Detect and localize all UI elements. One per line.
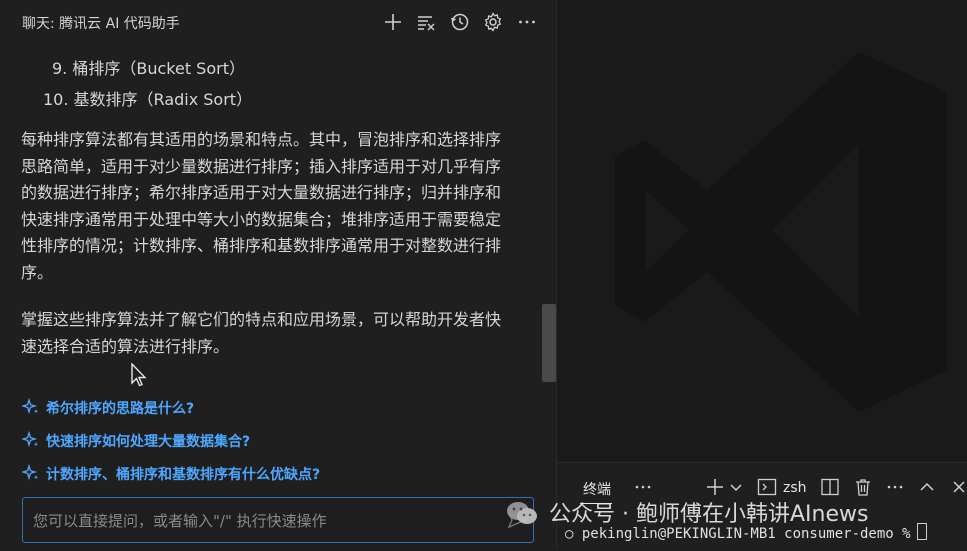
sparkle-icon — [20, 463, 40, 482]
close-icon[interactable] — [951, 479, 967, 495]
clear-icon[interactable] — [414, 10, 438, 34]
more-icon[interactable] — [515, 10, 539, 34]
list-item-number: 9. — [52, 59, 68, 78]
answer-paragraph: 掌握这些排序算法并了解它们的特点和应用场景，可以帮助开发者快 速选择合适的算法进… — [21, 307, 529, 360]
terminal-icon — [757, 477, 777, 497]
sparkle-icon — [20, 430, 40, 449]
watermark-text: 公众号 · 鲍师傅在小韩讲AInews — [549, 502, 869, 527]
paragraph-line: 的数据进行排序；希尔排序适用于对大量数据进行排序；归并排序和 — [21, 183, 502, 202]
paragraph-line: 思路简单，适用于对少量数据进行排序；插入排序适用于对几乎有序 — [21, 156, 502, 176]
paragraph-line: 序。 — [21, 262, 54, 282]
paragraph-line: 掌握这些排序算法并了解它们的特点和应用场景，可以帮助开发者快 — [21, 310, 502, 329]
list-item-number: 10. — [43, 90, 69, 109]
chat-input[interactable] — [31, 498, 505, 544]
suggestion-text: 计数排序、桶排序和基数排序有什么优缺点? — [46, 467, 321, 483]
split-icon[interactable] — [820, 477, 840, 497]
gear-icon[interactable] — [481, 10, 505, 34]
history-icon[interactable] — [448, 10, 472, 34]
shell-label[interactable]: zsh — [783, 480, 807, 496]
sparkle-icon — [20, 397, 40, 416]
paragraph-line: 快速排序通常用于处理中等大小的数据集合；堆排序适用于需要稳定 — [21, 209, 502, 229]
vscode-logo — [597, 40, 967, 420]
answer-paragraph: 每种排序算法都有其适用的场景和特点。其中，冒泡排序和选择排序 思路简单，适用于对… — [21, 127, 529, 286]
list-item-text: 基数排序（Radix Sort） — [73, 90, 253, 109]
more-icon[interactable] — [885, 477, 905, 497]
chat-panel: 聊天: 腾讯云 AI 代码助手 9. 桶排序（Bucket Sort） 10. … — [0, 0, 557, 550]
more-icon[interactable] — [633, 477, 653, 497]
mouse-pointer-icon — [131, 362, 147, 387]
plus-icon[interactable] — [705, 477, 725, 497]
list-item: 9. 桶排序（Bucket Sort） — [52, 55, 245, 79]
suggestion-text: 快速排序如何处理大量数据集合? — [46, 434, 251, 450]
suggestion-text: 希尔排序的思路是什么? — [46, 401, 195, 417]
chat-title: 聊天: 腾讯云 AI 代码助手 — [22, 16, 180, 32]
suggestion-link[interactable]: 希尔排序的思路是什么? — [20, 397, 195, 420]
paragraph-line: 速选择合适的算法进行排序。 — [21, 336, 230, 356]
chat-input-box — [22, 497, 534, 544]
list-item-text: 桶排序（Bucket Sort） — [72, 59, 245, 78]
paragraph-line: 每种排序算法都有其适用的场景和特点。其中，冒泡排序和选择排序 — [21, 130, 502, 149]
list-item: 10. 基数排序（Radix Sort） — [43, 86, 252, 110]
paragraph-line: 性排序的情况；计数排序、桶排序和基数排序通常用于对整数进行排 — [21, 236, 502, 255]
suggestion-link[interactable]: 快速排序如何处理大量数据集合? — [20, 430, 251, 453]
editor-area — [557, 0, 967, 462]
chevron-down-icon[interactable] — [729, 480, 743, 494]
watermark: 公众号 · 鲍师傅在小韩讲AInews — [505, 496, 868, 528]
suggestion-link[interactable]: 计数排序、桶排序和基数排序有什么优缺点? — [20, 463, 321, 486]
chevron-up-icon[interactable] — [919, 479, 935, 495]
plus-icon[interactable] — [381, 10, 405, 34]
chat-header: 聊天: 腾讯云 AI 代码助手 — [0, 0, 556, 44]
wechat-logo-icon — [505, 500, 539, 526]
prompt-text: ○ pekinglin@PEKINGLIN-MB1 consumer-demo … — [565, 526, 911, 542]
terminal-caret — [916, 523, 927, 540]
trash-icon[interactable] — [853, 477, 873, 497]
chat-scrollbar[interactable] — [542, 304, 556, 382]
